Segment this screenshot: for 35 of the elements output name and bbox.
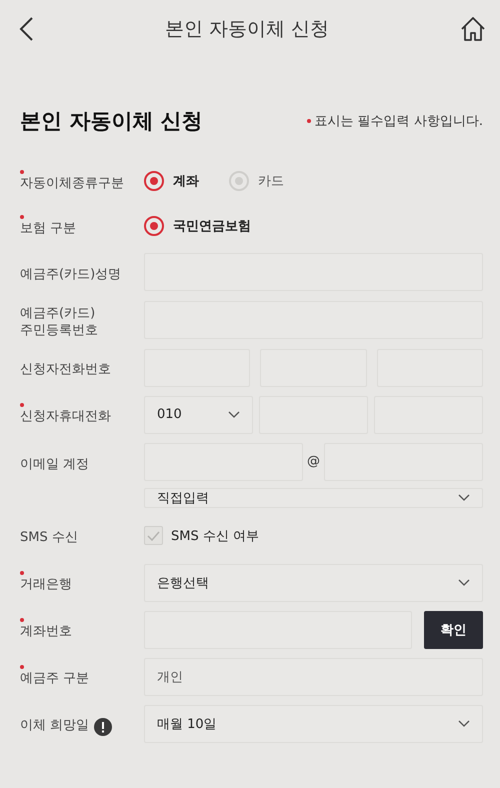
header-title: 본인 자동이체 신청	[164, 17, 330, 42]
home-button[interactable]	[460, 16, 486, 42]
field-label: 예금주(카드)성명	[20, 266, 122, 284]
at-sign: @	[307, 454, 320, 470]
home-icon	[460, 16, 486, 42]
field-label: 보험 구분	[20, 220, 76, 238]
chevron-down-icon	[458, 720, 470, 728]
field-label: 예금주 구분	[20, 671, 90, 688]
radio-option[interactable]: 계좌	[144, 171, 199, 191]
field-label: 이체 희망일	[20, 718, 90, 736]
field-label: 계좌번호	[20, 624, 72, 642]
back-icon	[18, 16, 34, 42]
prefix-select[interactable]: 010	[144, 396, 253, 434]
chevron-down-icon	[228, 410, 240, 419]
form-title: 본인 자동이체 신청	[20, 108, 203, 135]
radio-option[interactable]: 카드	[229, 171, 284, 191]
field-label: 자동이체종류구분	[20, 176, 124, 192]
field-label: 이메일 계정	[20, 456, 90, 474]
chevron-down-icon	[458, 494, 470, 502]
readonly-field: 개인	[144, 658, 483, 696]
field-label: SMS 수신	[20, 530, 78, 548]
field-label: 예금주(카드) 주민등록번호	[20, 306, 99, 340]
select-field[interactable]: 은행선택	[144, 564, 483, 602]
required-note: 표시는 필수입력 사항입니다.	[314, 113, 483, 130]
check-icon	[147, 530, 160, 541]
field-label: 신청자전화번호	[20, 362, 111, 380]
chevron-down-icon	[458, 578, 470, 587]
required-dot	[306, 119, 311, 123]
confirm-button[interactable]: 확인	[424, 610, 483, 649]
field-label: 신청자휴대전화	[20, 409, 111, 426]
radio-option[interactable]: 국민연금보험	[144, 216, 251, 236]
back-button[interactable]	[18, 16, 34, 42]
select-field[interactable]: 매월 10일	[144, 704, 483, 743]
field-label: 거래은행	[20, 577, 72, 594]
domain-select[interactable]: 직접입력	[144, 488, 483, 508]
